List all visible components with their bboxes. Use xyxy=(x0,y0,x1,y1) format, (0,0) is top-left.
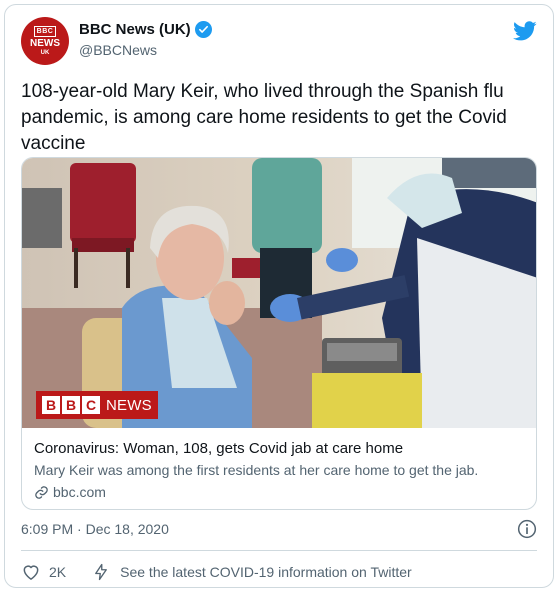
avatar-text-uk: UK xyxy=(40,49,50,56)
link-icon xyxy=(35,485,48,499)
heart-icon xyxy=(23,565,39,580)
bbc-logo-block-b1: B xyxy=(42,396,60,414)
tweet-text: 108-year-old Mary Keir, who lived throug… xyxy=(21,81,507,154)
twitter-bird-icon[interactable] xyxy=(513,19,537,43)
link-card-title[interactable]: Coronavirus: Woman, 108, gets Covid jab … xyxy=(34,439,524,459)
display-name[interactable]: BBC News (UK) xyxy=(79,21,191,38)
tweet-card: BBC NEWS UK BBC News (UK) @BBCNews 108-y… xyxy=(4,4,554,588)
covid-info-text: See the latest COVID-19 information on T… xyxy=(120,564,412,580)
link-card-domain[interactable]: bbc.com xyxy=(53,482,106,502)
vaccination-photo[interactable] xyxy=(22,158,537,428)
bbc-logo-block-c: C xyxy=(82,396,100,414)
tweet-header: BBC NEWS UK BBC News (UK) @BBCNews xyxy=(21,17,537,69)
handle[interactable]: @BBCNews xyxy=(79,42,212,58)
link-card-domain-row: bbc.com xyxy=(34,482,524,502)
link-card[interactable]: B B C NEWS Coronavirus: Woman, 108, gets… xyxy=(21,157,537,510)
tweet-actions: 2K See the latest COVID-19 information o… xyxy=(21,561,537,583)
covid-info-link[interactable]: See the latest COVID-19 information on T… xyxy=(92,562,412,582)
info-icon[interactable] xyxy=(517,519,537,539)
bbc-news-logo: B B C NEWS xyxy=(36,391,158,419)
bbc-logo-block-b2: B xyxy=(62,396,80,414)
link-card-description: Mary Keir was among the first residents … xyxy=(34,462,479,478)
lightning-icon xyxy=(95,563,108,581)
link-card-meta: Coronavirus: Woman, 108, gets Covid jab … xyxy=(34,439,524,502)
verified-badge-icon xyxy=(194,21,212,38)
like-count: 2K xyxy=(49,564,67,580)
account-names: BBC News (UK) @BBCNews xyxy=(79,21,212,58)
display-name-row[interactable]: BBC News (UK) xyxy=(79,21,212,38)
avatar[interactable]: BBC NEWS UK xyxy=(21,17,69,65)
tweet-timestamp[interactable]: 6:09 PM · Dec 18, 2020 xyxy=(21,521,169,537)
like-button[interactable]: 2K xyxy=(21,562,66,582)
avatar-text-bbc: BBC xyxy=(33,25,57,37)
divider xyxy=(21,550,537,551)
avatar-text-news: NEWS xyxy=(30,37,60,49)
bbc-logo-word: NEWS xyxy=(106,396,152,414)
